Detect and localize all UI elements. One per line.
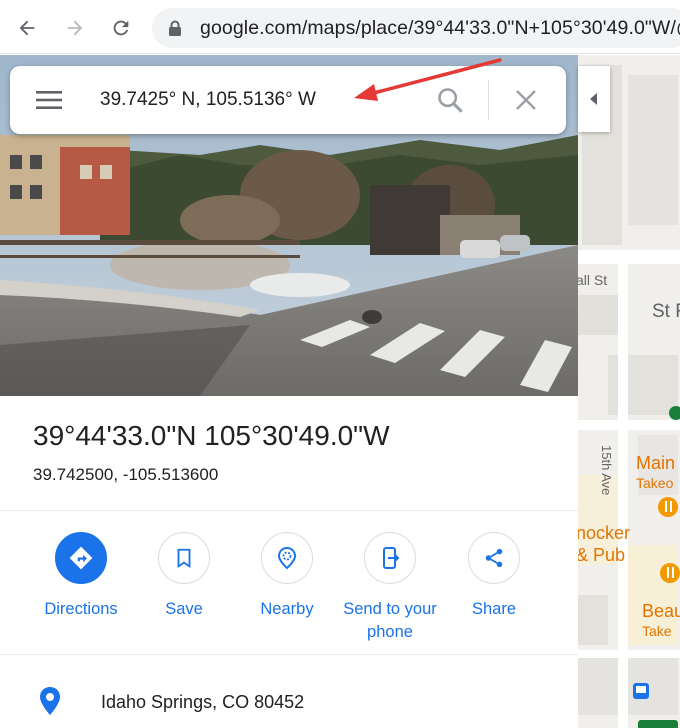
map-street-label: St F [652,301,680,322]
url-text: google.com/maps/place/39°44'33.0"N+105°3… [200,17,680,39]
nearby-label: Nearby [260,600,314,618]
send-to-phone-label: Send to your phone [343,600,437,641]
map-place-label[interactable]: Takeo [636,475,673,491]
lock-icon [169,20,181,36]
collapse-panel-button[interactable] [578,66,610,132]
divider [0,510,578,511]
map-street-label: all St [578,272,608,288]
map-place-label[interactable]: Main [636,453,675,474]
back-button[interactable] [10,11,44,45]
forward-button[interactable] [58,11,92,45]
annotation-arrow-icon [354,58,502,101]
address-row[interactable]: Idaho Springs, CO 80452 [0,684,578,724]
forward-arrow-icon [67,20,83,36]
reload-icon [113,20,129,36]
map-place-label[interactable]: & Pub [578,545,625,566]
save-button[interactable]: Save [129,532,239,621]
address-text: Idaho Springs, CO 80452 [101,692,305,712]
hamburger-menu-icon[interactable] [36,90,62,110]
chevron-left-icon [590,93,597,105]
map-place-label[interactable]: Beau [642,601,680,622]
share-button[interactable]: Share [439,532,549,621]
bookmark-icon [177,548,191,568]
nearby-button[interactable]: Nearby [232,532,342,621]
map-place-label[interactable]: Take [642,623,672,639]
place-title: 39°44'33.0"N 105°30'49.0"W [33,420,390,451]
nearby-icon [277,546,297,570]
directions-label: Directions [44,600,118,618]
place-info-panel: 39°44'33.0"N 105°30'49.0"W 39.742500, -1… [0,396,578,728]
directions-icon [69,546,93,570]
share-icon [485,548,503,568]
browser-toolbar: google.com/maps/place/39°44'33.0"N+105°3… [0,0,680,54]
divider [0,654,578,655]
send-to-phone-icon [383,547,400,569]
share-label: Share [471,600,517,618]
reload-button[interactable] [104,11,138,45]
directions-button[interactable]: Directions [26,532,136,621]
map-street-label: 15th Ave [599,445,614,496]
address-bar[interactable]: google.com/maps/place/39°44'33.0"N+105°3… [152,8,680,48]
location-pin-icon [40,687,60,715]
send-to-phone-button[interactable]: Send to your phone [335,532,445,644]
map-canvas[interactable]: all St St F 15th Ave Main Takeo nocker &… [578,55,680,728]
map-place-label[interactable]: nocker [578,523,630,544]
save-label: Save [165,600,203,618]
decimal-coordinates: 39.742500, -105.513600 [33,465,219,484]
close-icon[interactable] [514,88,538,112]
back-arrow-icon [19,20,35,36]
